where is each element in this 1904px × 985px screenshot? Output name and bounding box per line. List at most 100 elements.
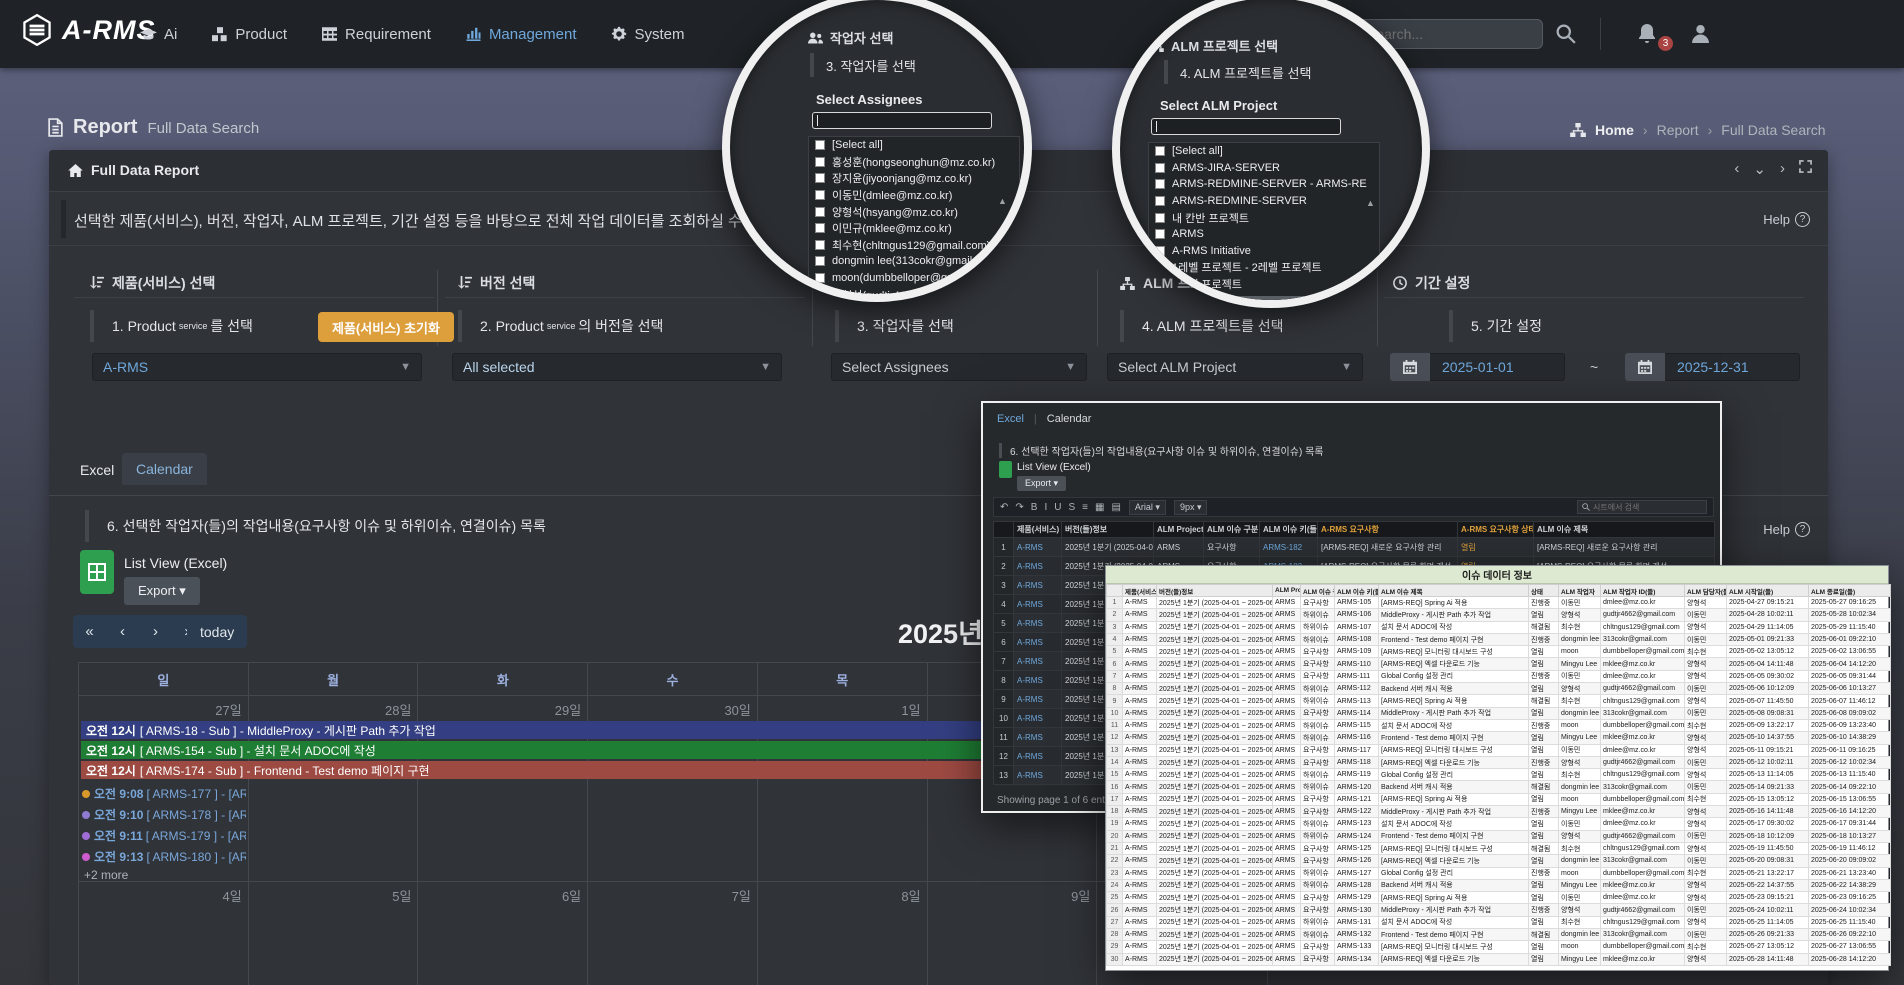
table-row[interactable]: 15A-RMS2025년 1분기 (2025-04-01 ~ 2025-06-3… <box>1107 769 1891 781</box>
assignee-select[interactable]: Select Assignees ▼ <box>831 353 1087 381</box>
strikethrough-icon[interactable]: S <box>1068 502 1075 513</box>
checkbox-icon[interactable] <box>815 256 825 266</box>
table-row[interactable]: 12A-RMS2025년 1분기 (2025-04-01 ~ 2025-06-3… <box>1107 732 1891 744</box>
font-select[interactable]: Arial ▾ <box>1129 500 1166 515</box>
assignee-option[interactable]: 양형석(hsyang@mz.co.kr) <box>809 203 1019 220</box>
calendar-icon[interactable] <box>1625 353 1665 381</box>
calendar-day-cell[interactable]: 9일 <box>928 882 1098 985</box>
checkbox-icon[interactable] <box>815 273 825 283</box>
overlay-export-button[interactable]: Export ▾ <box>1017 476 1066 491</box>
table-row[interactable]: 7A-RMS2025년 1분기 (2025-04-01 ~ 2025-06-30… <box>1107 670 1891 682</box>
assignee-option[interactable]: dongmin lee(313cokr@gmail.com) <box>809 253 1019 270</box>
table-row[interactable]: 25A-RMS2025년 1분기 (2025-04-01 ~ 2025-06-3… <box>1107 892 1891 904</box>
checkbox-icon[interactable] <box>1155 179 1165 189</box>
checkbox-icon[interactable] <box>1155 262 1165 272</box>
today-button[interactable]: today <box>187 615 247 648</box>
table-row[interactable]: 5A-RMS2025년 1분기 (2025-04-01 ~ 2025-06-30… <box>1107 646 1891 658</box>
calendar-event-item[interactable]: 오전 9:11[ ARMS-179 ] - [ARMS-REQ] 캐릭 <box>82 826 246 845</box>
assignee-option[interactable]: 이민규(mklee@mz.co.kr) <box>809 220 1019 237</box>
table-row[interactable]: 9A-RMS2025년 1분기 (2025-04-01 ~ 2025-06-30… <box>1107 695 1891 707</box>
nav-item-requirement[interactable]: Requirement <box>321 26 431 43</box>
issue-column-header[interactable]: 상태 <box>1529 585 1559 597</box>
excel-column-header[interactable]: A-RMS 요구사항 <box>1318 522 1458 538</box>
scroll-up-icon[interactable]: ▲ <box>1366 198 1375 208</box>
alm-filter-input[interactable] <box>1151 118 1341 135</box>
date-to-value[interactable]: 2025-12-31 <box>1665 353 1800 381</box>
calendar-icon[interactable] <box>1390 353 1430 381</box>
global-search-icon[interactable] <box>1556 24 1576 44</box>
issue-column-header[interactable]: ALM 이슈 제목 <box>1379 585 1529 597</box>
app-logo[interactable]: A-RMS <box>22 14 156 46</box>
issue-column-header[interactable]: 제품(서비스) <box>1123 585 1157 597</box>
alm-project-option[interactable]: ARMS-REDMINE-SERVER - ARMS-RE <box>1149 176 1379 193</box>
checkbox-icon[interactable] <box>815 223 825 233</box>
panel-expand-icon[interactable] <box>1799 160 1812 178</box>
align-justify-icon[interactable]: ≡ <box>1082 502 1088 513</box>
table-row[interactable]: 13A-RMS2025년 1분기 (2025-04-01 ~ 2025-06-3… <box>1107 744 1891 756</box>
bold-icon[interactable]: B <box>1031 502 1038 513</box>
borders-icon[interactable]: ▦ <box>1095 502 1104 513</box>
table-row[interactable]: 17A-RMS2025년 1분기 (2025-04-01 ~ 2025-06-3… <box>1107 793 1891 805</box>
date-from-value[interactable]: 2025-01-01 <box>1430 353 1565 381</box>
calendar-event-item[interactable]: 오전 9:13[ ARMS-180 ] - [ARMS-REQ] 상태 2 <box>82 847 246 866</box>
calendar-day-cell[interactable]: 5일 <box>249 882 419 985</box>
table-row[interactable]: 21A-RMS2025년 1분기 (2025-04-01 ~ 2025-06-3… <box>1107 842 1891 854</box>
excel-column-header[interactable]: 제품(서비스) <box>1014 522 1062 538</box>
calendar-day-cell[interactable]: 8일 <box>758 882 928 985</box>
table-row[interactable]: 30A-RMS2025년 1분기 (2025-04-01 ~ 2025-06-3… <box>1107 953 1891 965</box>
table-row[interactable]: 27A-RMS2025년 1분기 (2025-04-01 ~ 2025-06-3… <box>1107 916 1891 928</box>
alm-project-select[interactable]: Select ALM Project ▼ <box>1107 353 1363 381</box>
table-row[interactable]: 23A-RMS2025년 1분기 (2025-04-01 ~ 2025-06-3… <box>1107 867 1891 879</box>
assignee-option[interactable]: 이동민(dmlee@mz.co.kr) <box>809 187 1019 204</box>
panel-collapse-icon[interactable]: ⌄ <box>1753 160 1766 178</box>
table-row[interactable]: 1A-RMS2025년 1분기 (2025-04-01 ~ 2025-06-30… <box>994 538 1715 557</box>
calendar-event-item[interactable]: 오전 9:08[ ARMS-177 ] - [ARMS-REQ] 모니 <box>82 784 246 803</box>
alm-project-option[interactable]: ARMS <box>1149 226 1379 243</box>
table-row[interactable]: 8A-RMS2025년 1분기 (2025-04-01 ~ 2025-06-30… <box>1107 683 1891 695</box>
tab-calendar[interactable]: Calendar <box>122 453 207 485</box>
table-row[interactable]: 4A-RMS2025년 1분기 (2025-04-01 ~ 2025-06-30… <box>1107 633 1891 645</box>
calendar-prev-button[interactable]: ‹ <box>106 615 139 648</box>
search-input[interactable] <box>1367 26 1527 42</box>
table-row[interactable]: 2A-RMS2025년 1분기 (2025-04-01 ~ 2025-06-30… <box>1107 609 1891 621</box>
sheet-search-input[interactable] <box>1593 503 1693 512</box>
checkbox-icon[interactable] <box>1155 229 1165 239</box>
checkbox-icon[interactable] <box>1155 213 1165 223</box>
checkbox-icon[interactable] <box>815 140 825 150</box>
table-row[interactable]: 24A-RMS2025년 1분기 (2025-04-01 ~ 2025-06-3… <box>1107 879 1891 891</box>
panel-prev-icon[interactable]: ‹ <box>1734 160 1739 178</box>
issue-column-header[interactable]: ALM 담당자(들) <box>1685 585 1727 597</box>
assignee-option[interactable]: 최수현(chltngus129@gmail.com) <box>809 237 1019 254</box>
checkbox-icon[interactable] <box>1155 279 1165 289</box>
date-from-field[interactable]: 2025-01-01 <box>1390 353 1565 381</box>
tab-excel[interactable]: Excel <box>80 462 114 478</box>
product-select[interactable]: A-RMS ▼ <box>92 353 422 381</box>
assignee-option[interactable]: 홍성훈(hongseonghun@mz.co.kr) <box>809 154 1019 171</box>
checkbox-icon[interactable] <box>1155 163 1165 173</box>
table-row[interactable]: 26A-RMS2025년 1분기 (2025-04-01 ~ 2025-06-3… <box>1107 904 1891 916</box>
panel-next-icon[interactable]: › <box>1780 160 1785 178</box>
help-button-top[interactable]: Help ? <box>1763 212 1810 227</box>
table-row[interactable]: 22A-RMS2025년 1분기 (2025-04-01 ~ 2025-06-3… <box>1107 855 1891 867</box>
nav-item-system[interactable]: System <box>611 26 685 43</box>
calendar-first-button[interactable]: « <box>73 615 106 648</box>
calendar-day-cell[interactable]: 4일 <box>79 882 249 985</box>
excel-column-header[interactable]: ALM Project <box>1154 522 1204 538</box>
calendar-next-button[interactable]: › <box>139 615 172 648</box>
alm-project-option[interactable]: [Select all] <box>1149 143 1379 160</box>
alm-project-option[interactable]: 1레벨 프로젝트 - 2레벨 프로젝트 <box>1149 259 1379 276</box>
nav-item-product[interactable]: Product <box>211 26 287 43</box>
overlay-tab-calendar[interactable]: Calendar <box>1047 413 1092 425</box>
checkbox-icon[interactable] <box>1155 246 1165 256</box>
checkbox-icon[interactable] <box>815 207 825 217</box>
excel-column-header[interactable]: ALM 이슈 제목 <box>1534 522 1715 538</box>
undo-icon[interactable]: ↶ <box>1000 502 1008 513</box>
excel-column-header[interactable]: A-RMS 요구사항 상태 <box>1458 522 1534 538</box>
table-row[interactable]: 18A-RMS2025년 1분기 (2025-04-01 ~ 2025-06-3… <box>1107 806 1891 818</box>
assignee-filter-input[interactable] <box>812 112 992 129</box>
issue-column-header[interactable]: ALM 작업자 ID(들) <box>1601 585 1685 597</box>
issue-column-header[interactable]: ALM Proj <box>1273 585 1301 597</box>
excel-column-header[interactable]: ALM 이슈 구분 <box>1204 522 1260 538</box>
issue-column-header[interactable]: ALM 시작일(들) <box>1727 585 1809 597</box>
checkbox-icon[interactable] <box>1155 196 1165 206</box>
